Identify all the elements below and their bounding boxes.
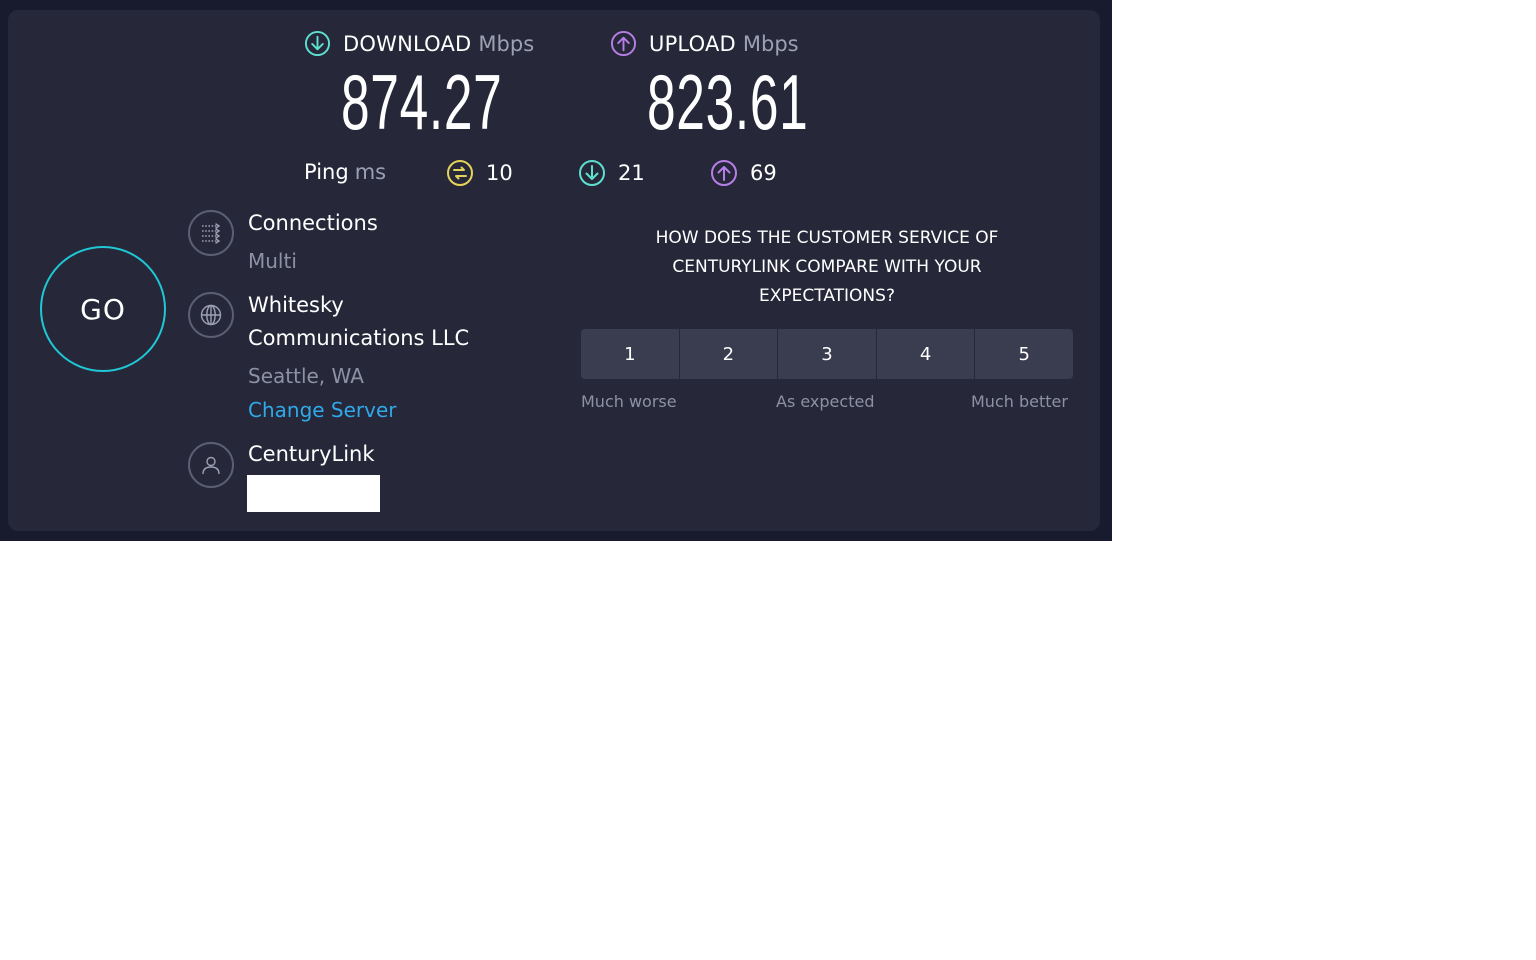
connections-value[interactable]: Multi [248, 249, 297, 273]
redacted-ip-box [247, 475, 380, 512]
download-arrow-icon [304, 30, 331, 57]
ping-title: Ping [304, 160, 349, 184]
server-name-line1: Whitesky [248, 293, 344, 317]
survey-question-line2: CENTURYLINK COMPARE WITH YOUR [672, 257, 982, 277]
user-icon [188, 442, 234, 488]
connections-title: Connections [248, 211, 378, 235]
ping-upload: 69 [710, 159, 777, 187]
provider-name: CenturyLink [248, 442, 375, 466]
ping-idle: 10 [446, 159, 513, 187]
ping-idle-icon [447, 160, 473, 186]
download-header: DOWNLOAD Mbps [304, 30, 534, 57]
survey-question: HOW DOES THE CUSTOMER SERVICE OF CENTURY… [580, 224, 1074, 311]
ping-idle-value: 10 [486, 161, 513, 185]
ping-download-value: 21 [618, 161, 645, 185]
download-unit: Mbps [478, 31, 535, 56]
globe-icon [188, 292, 234, 338]
rating-option-1[interactable]: 1 [581, 329, 680, 379]
rating-option-3[interactable]: 3 [778, 329, 877, 379]
rating-option-2[interactable]: 2 [679, 329, 779, 379]
survey-rating-scale: 1 2 3 4 5 [581, 329, 1073, 379]
upload-arrow-icon [711, 160, 737, 186]
upload-header: UPLOAD Mbps [610, 30, 799, 57]
rating-option-5[interactable]: 5 [975, 329, 1073, 379]
server-name-line2: Communications LLC [248, 326, 470, 350]
upload-unit: Mbps [742, 31, 799, 56]
ping-label: Ping ms [304, 160, 386, 184]
scale-high-label: Much better [971, 392, 1068, 411]
ping-download: 21 [578, 159, 645, 187]
go-button[interactable]: GO [40, 246, 166, 372]
ping-upload-value: 69 [750, 161, 777, 185]
change-server-link[interactable]: Change Server [248, 398, 397, 422]
download-value: 874.27 [341, 58, 503, 146]
app-frame: DOWNLOAD Mbps 874.27 UPLOAD Mbps 823.61 … [0, 0, 1112, 541]
survey-question-line3: EXPECTATIONS? [759, 286, 895, 306]
survey-question-line1: HOW DOES THE CUSTOMER SERVICE OF [655, 228, 999, 248]
server-location: Seattle, WA [248, 364, 364, 388]
ping-unit: ms [354, 160, 387, 184]
upload-value: 823.61 [647, 58, 809, 146]
scale-low-label: Much worse [581, 392, 677, 411]
download-arrow-icon [579, 160, 605, 186]
connections-icon[interactable] [188, 210, 234, 256]
download-label: DOWNLOAD [343, 31, 472, 56]
rating-option-4[interactable]: 4 [876, 329, 976, 379]
upload-arrow-icon [610, 30, 637, 57]
upload-label: UPLOAD [649, 31, 736, 56]
scale-mid-label: As expected [776, 392, 875, 411]
go-button-label: GO [80, 292, 126, 326]
